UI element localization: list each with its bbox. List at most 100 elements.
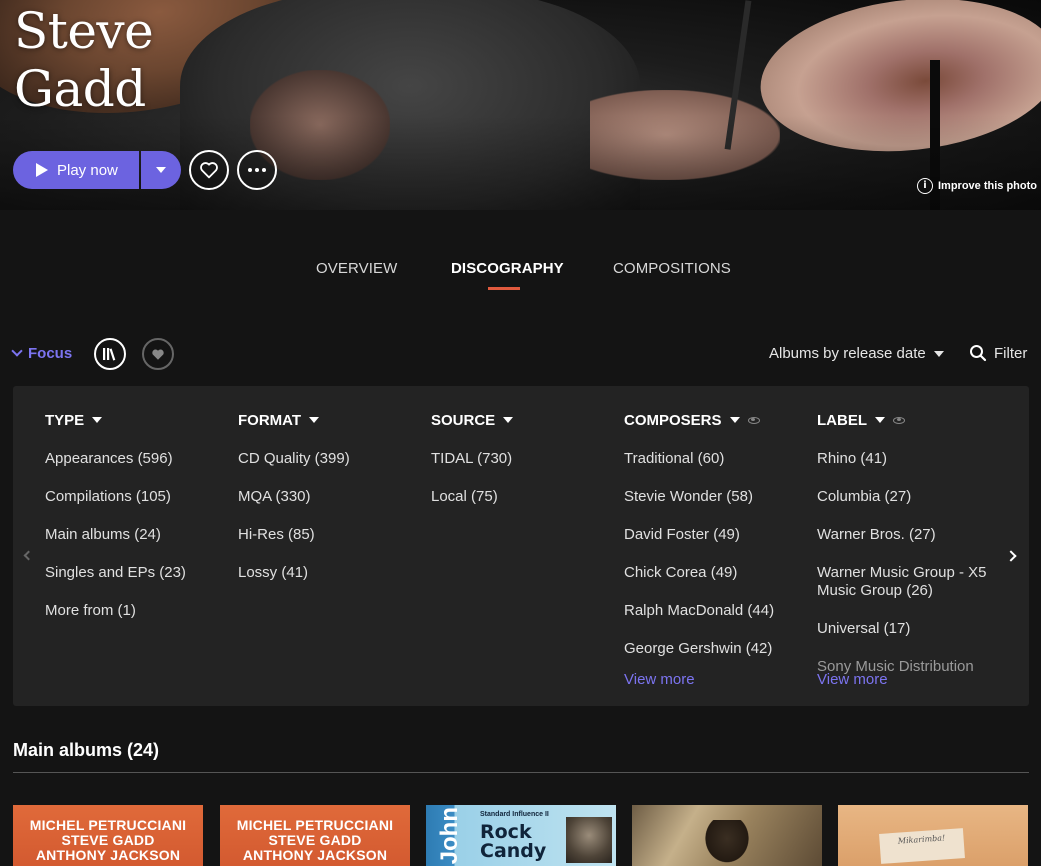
tab-discography[interactable]: DISCOGRAPHY xyxy=(451,260,564,277)
filter-option[interactable]: Main albums (24) xyxy=(45,526,186,544)
filter-label: Filter xyxy=(994,344,1028,362)
filter-option[interactable]: Columbia (27) xyxy=(817,488,997,506)
album-cover-text: MICHEL PETRUCCIANI xyxy=(29,817,187,833)
filter-column-type: TYPE Appearances (596) Compilations (105… xyxy=(45,410,186,640)
filter-type-title: TYPE xyxy=(45,411,85,429)
filter-column-label: LABEL Rhino (41) Columbia (27) Warner Br… xyxy=(817,410,997,696)
tab-compositions[interactable]: COMPOSITIONS xyxy=(613,260,731,277)
album-card[interactable]: John Standard Influence II Rock Candy xyxy=(426,805,616,866)
album-cover-text: Mikarimba! xyxy=(879,828,965,864)
album-cover-text: STEVE GADD xyxy=(268,832,362,848)
visibility-icon[interactable] xyxy=(747,416,760,424)
filter-option[interactable]: Appearances (596) xyxy=(45,450,186,468)
filter-option[interactable]: More from (1) xyxy=(45,602,186,620)
filter-option[interactable]: Universal (17) xyxy=(817,620,997,638)
improve-photo-link[interactable]: i Improve this photo xyxy=(917,178,1037,194)
filter-column-source: SOURCE TIDAL (730) Local (75) xyxy=(431,410,514,526)
filter-option[interactable]: Singles and EPs (23) xyxy=(45,564,186,582)
album-cover-portrait xyxy=(566,817,612,863)
focus-toggle[interactable]: Focus xyxy=(11,345,73,362)
more-options-button[interactable] xyxy=(237,150,277,190)
album-cover-text: John xyxy=(436,807,463,865)
filter-button[interactable]: Filter xyxy=(969,344,1027,362)
caret-down-icon xyxy=(156,167,166,173)
filter-label-title: LABEL xyxy=(817,411,867,429)
tab-overview[interactable]: OVERVIEW xyxy=(316,260,397,277)
album-cover-figure xyxy=(702,820,752,866)
album-cover-text: Standard Influence II xyxy=(480,811,549,818)
favorite-button[interactable] xyxy=(189,150,229,190)
filter-composers-header[interactable]: COMPOSERS xyxy=(624,410,804,430)
filter-option[interactable]: George Gershwin (42) xyxy=(624,640,804,658)
filter-option[interactable]: Rhino (41) xyxy=(817,450,997,468)
filter-option[interactable]: MQA (330) xyxy=(238,488,350,506)
sort-label: Albums by release date xyxy=(769,345,926,362)
caret-down-icon xyxy=(729,417,740,423)
filter-option[interactable]: Lossy (41) xyxy=(238,564,350,582)
play-now-label: Play now xyxy=(57,161,118,179)
filter-option[interactable]: Warner Music Group - X5 Music Group (26) xyxy=(817,564,997,600)
filter-option[interactable]: David Foster (49) xyxy=(624,526,804,544)
album-cover-text: ANTHONY JACKSON xyxy=(35,847,181,863)
filter-option[interactable]: Traditional (60) xyxy=(624,450,804,468)
filter-column-format: FORMAT CD Quality (399) MQA (330) Hi-Res… xyxy=(238,410,350,602)
artist-last-name: Gadd xyxy=(14,60,146,118)
improve-photo-label: Improve this photo xyxy=(938,180,1037,192)
favorites-filter-button[interactable] xyxy=(142,338,174,370)
filter-source-header[interactable]: SOURCE xyxy=(431,410,514,430)
album-cover-text: STEVE GADD xyxy=(61,832,155,848)
album-card[interactable] xyxy=(632,805,822,866)
album-cover-text: Candy xyxy=(480,840,547,862)
album-card[interactable]: Mikarimba! xyxy=(838,805,1028,866)
scroll-right-arrow-icon[interactable] xyxy=(1005,550,1017,562)
filter-option[interactable]: Ralph MacDonald (44) xyxy=(624,602,804,620)
chevron-down-icon xyxy=(11,345,23,357)
artist-first-name: Steve xyxy=(14,2,154,60)
filter-label-header[interactable]: LABEL xyxy=(817,410,997,430)
filter-option[interactable]: Local (75) xyxy=(431,488,513,506)
album-cover-text: MICHEL PETRUCCIANI xyxy=(236,817,394,833)
filter-option[interactable]: Chick Corea (49) xyxy=(624,564,804,582)
play-now-button[interactable]: Play now xyxy=(13,151,139,189)
caret-down-icon xyxy=(92,417,103,423)
library-icon xyxy=(103,348,116,361)
heart-icon xyxy=(200,162,218,179)
album-cover-title: Rock Candy xyxy=(480,823,546,861)
filter-column-composers: COMPOSERS Traditional (60) Stevie Wonder… xyxy=(624,410,804,678)
filter-panel: TYPE Appearances (596) Compilations (105… xyxy=(13,386,1029,706)
visibility-icon[interactable] xyxy=(893,416,905,424)
composers-view-more-link[interactable]: View more xyxy=(624,671,695,688)
artist-name: Steve Gadd xyxy=(14,2,154,118)
filter-format-title: FORMAT xyxy=(238,411,302,429)
filter-composers-title: COMPOSERS xyxy=(624,411,722,429)
play-options-button[interactable] xyxy=(141,151,181,189)
sort-dropdown[interactable]: Albums by release date xyxy=(769,345,944,362)
filter-option[interactable]: Warner Bros. (27) xyxy=(817,526,997,544)
play-icon xyxy=(36,163,48,177)
filter-option[interactable]: Compilations (105) xyxy=(45,488,186,506)
album-card[interactable]: MICHEL PETRUCCIANI STEVE GADD ANTHONY JA… xyxy=(13,805,203,866)
filter-format-header[interactable]: FORMAT xyxy=(238,410,350,430)
filter-type-header[interactable]: TYPE xyxy=(45,410,186,430)
filter-option[interactable]: Stevie Wonder (58) xyxy=(624,488,804,506)
caret-down-icon xyxy=(933,350,944,357)
album-card[interactable]: MICHEL PETRUCCIANI STEVE GADD ANTHONY JA… xyxy=(220,805,410,866)
album-cover-text: ANTHONY JACKSON xyxy=(242,847,388,863)
heart-icon xyxy=(152,349,164,360)
section-divider xyxy=(13,772,1029,773)
focus-label: Focus xyxy=(28,345,73,362)
scroll-left-arrow-icon[interactable] xyxy=(23,550,34,561)
play-group: Play now xyxy=(13,151,181,189)
library-filter-button[interactable] xyxy=(94,338,126,370)
caret-down-icon xyxy=(309,417,320,423)
info-icon: i xyxy=(917,178,933,194)
tab-active-indicator xyxy=(488,287,520,290)
search-icon xyxy=(970,345,987,362)
caret-down-icon xyxy=(875,417,885,423)
more-icon xyxy=(248,168,266,172)
label-view-more-link[interactable]: View more xyxy=(817,671,888,688)
filter-option[interactable]: Hi-Res (85) xyxy=(238,526,350,544)
main-albums-title: Main albums (24) xyxy=(13,740,160,760)
filter-option[interactable]: CD Quality (399) xyxy=(238,450,350,468)
filter-option[interactable]: TIDAL (730) xyxy=(431,450,513,468)
